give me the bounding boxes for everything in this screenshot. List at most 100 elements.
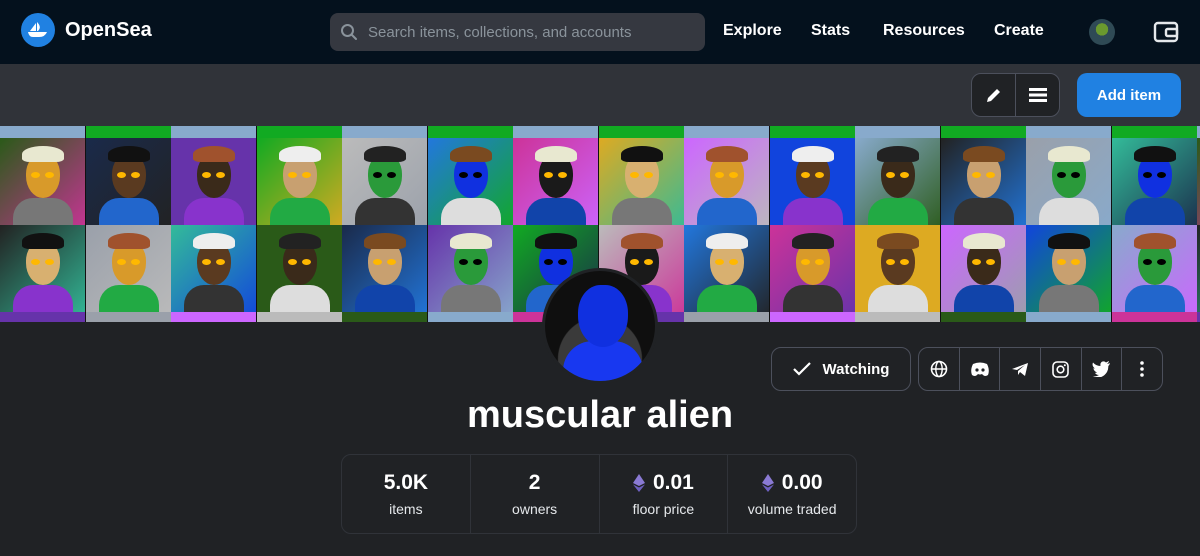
banner-sliver <box>684 126 769 138</box>
banner-tile <box>1026 138 1111 236</box>
more-button[interactable] <box>1121 348 1162 390</box>
banner-figure-part <box>193 233 235 249</box>
banner-figure-part <box>1048 146 1090 162</box>
banner-figure-part <box>629 259 639 265</box>
banner-figure-part <box>31 259 40 265</box>
banner-figure-part <box>45 259 54 265</box>
banner-figure-part <box>387 259 396 265</box>
banner-tile <box>513 138 598 236</box>
instagram-button[interactable] <box>1040 348 1081 390</box>
banner-figure-part <box>558 172 567 178</box>
banner-figure-part <box>472 172 482 178</box>
banner-tile <box>342 225 427 322</box>
banner-figure-part <box>900 259 909 265</box>
banner-sliver <box>684 312 769 322</box>
banner-sliver <box>598 126 684 138</box>
search-input[interactable] <box>368 23 688 41</box>
banner-figure-part <box>364 233 406 249</box>
banner-sliver <box>940 126 1026 138</box>
banner-figure-part <box>472 259 482 265</box>
owner-tools <box>971 73 1060 117</box>
banner-tile <box>684 138 769 236</box>
stat-items-label: items <box>389 501 423 517</box>
banner-figure-part <box>971 172 981 178</box>
banner-figure-part <box>449 233 492 249</box>
stat-volume-traded-value: 0.00 <box>781 471 823 494</box>
nav-create[interactable]: Create <box>994 22 1044 40</box>
banner-figure-part <box>202 172 211 178</box>
banner-figure-part <box>544 259 553 265</box>
discord-button[interactable] <box>958 348 1000 390</box>
stat-volume-traded[interactable]: 0.00 volume traded <box>727 455 856 533</box>
social-links <box>918 347 1163 391</box>
list-button[interactable] <box>1015 74 1059 116</box>
banner-figure-part <box>287 172 297 178</box>
banner-sliver <box>256 312 342 322</box>
banner-tile <box>684 225 769 322</box>
banner-figure-part <box>31 172 40 178</box>
stat-value: 5.0K <box>384 471 428 495</box>
telegram-button[interactable] <box>999 348 1040 390</box>
banner-figure-part <box>800 259 810 265</box>
banner-figure-part <box>1133 233 1176 249</box>
collection-avatar <box>542 268 658 384</box>
banner-figure-part <box>535 146 577 162</box>
watching-button[interactable]: Watching <box>771 347 911 391</box>
banner-figure-part <box>1057 259 1066 265</box>
wallet-icon[interactable] <box>1152 18 1180 46</box>
stat-floor-price-value: 0.01 <box>652 471 694 494</box>
opensea-logo-icon <box>21 13 55 47</box>
banner-sliver <box>85 126 171 138</box>
banner-figure-part <box>886 172 895 178</box>
banner-tile <box>171 138 256 236</box>
banner-figure-part <box>715 259 724 265</box>
stat-value: 0.01 <box>632 471 694 495</box>
nav-stats[interactable]: Stats <box>811 22 850 40</box>
opensea-logo[interactable]: OpenSea <box>21 13 152 47</box>
banner-figure-part <box>130 172 140 178</box>
banner-sliver <box>1111 126 1197 138</box>
stat-owners[interactable]: 2 owners <box>469 455 599 533</box>
banner-tile <box>769 225 855 322</box>
user-avatar[interactable] <box>1089 19 1115 45</box>
banner-sliver <box>0 312 85 322</box>
telegram-icon <box>1012 362 1029 376</box>
banner-figure-part <box>814 172 824 178</box>
stat-items[interactable]: 5.0K items <box>342 455 470 533</box>
banner-sliver <box>171 126 256 138</box>
nav-explore[interactable]: Explore <box>723 22 782 40</box>
twitter-button[interactable] <box>1080 348 1122 390</box>
stat-volume-traded-label: volume traded <box>747 501 837 517</box>
banner-sliver <box>342 312 427 322</box>
website-button[interactable] <box>919 348 959 390</box>
stat-owners-label: owners <box>512 501 558 517</box>
banner-figure-part <box>116 259 126 265</box>
banner-figure-part <box>1057 172 1066 178</box>
edit-button[interactable] <box>972 74 1015 116</box>
banner-sliver <box>769 312 855 322</box>
ethereum-icon <box>632 474 645 492</box>
twitter-icon <box>1092 361 1111 377</box>
banner-sliver <box>1026 126 1111 138</box>
banner-figure-part <box>962 233 1005 249</box>
banner-figure-part <box>301 172 311 178</box>
banner-sliver <box>171 312 256 322</box>
banner-figure-part <box>1156 172 1166 178</box>
avatar-body <box>563 341 643 381</box>
instagram-icon <box>1052 360 1070 378</box>
banner-tile <box>256 225 342 322</box>
banner-figure-part <box>301 259 311 265</box>
banner-figure-part <box>278 146 321 162</box>
stat-floor-price[interactable]: 0.01 floor price <box>598 455 728 533</box>
nav-resources[interactable]: Resources <box>883 22 965 40</box>
top-navbar: OpenSea Explore Stats Resources Create <box>0 0 1200 64</box>
banner-figure-part <box>620 146 663 162</box>
banner-figure-part <box>877 146 919 162</box>
search-bar[interactable] <box>330 13 705 51</box>
discord-icon <box>970 362 989 376</box>
banner-tile <box>940 138 1026 236</box>
banner-figure-part <box>629 172 639 178</box>
add-item-button[interactable]: Add item <box>1077 73 1181 117</box>
banner-figure-part <box>216 172 225 178</box>
banner-tile <box>1111 138 1197 236</box>
